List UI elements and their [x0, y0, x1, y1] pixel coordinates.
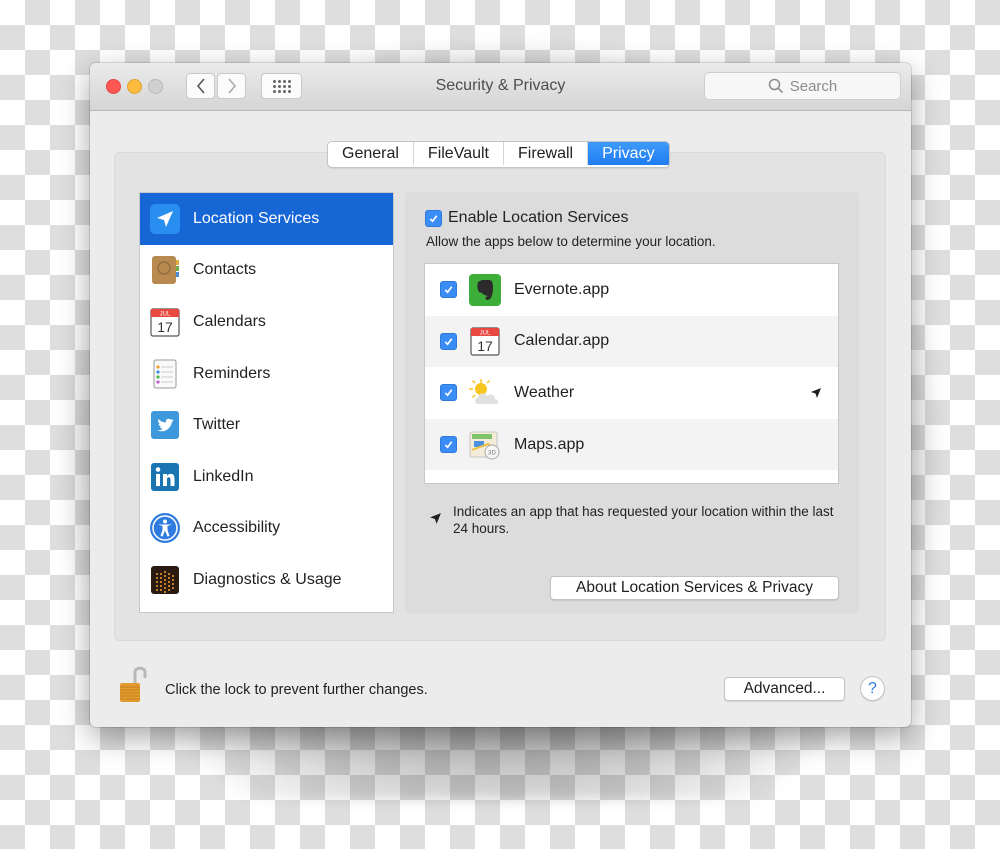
location-arrow-icon: [430, 513, 441, 524]
contacts-icon: [152, 256, 179, 285]
app-checkbox[interactable]: [440, 436, 457, 454]
checkmark-icon: [429, 214, 438, 223]
sidebar-item-accessibility[interactable]: Accessibility: [140, 503, 393, 555]
sidebar-label: Contacts: [193, 261, 257, 279]
sidebar-label: Reminders: [193, 364, 271, 382]
location-services-icon: [150, 203, 180, 234]
linkedin-icon: [151, 462, 179, 491]
unlocked-lock-icon[interactable]: [118, 664, 148, 704]
sidebar-item-diagnostics-usage[interactable]: Diagnostics & Usage: [140, 554, 393, 606]
sidebar-item-contacts[interactable]: Contacts: [140, 245, 393, 297]
titlebar: Security & Privacy Search: [90, 63, 911, 111]
sidebar-label: Twitter: [193, 416, 241, 434]
maps-icon: 3D: [469, 431, 500, 460]
app-list: Evernote.app JUL 17 Calendar.app Weather…: [424, 263, 839, 484]
checkmark-icon: [444, 338, 453, 346]
legend-text: Indicates an app that has requested your…: [453, 504, 834, 536]
evernote-icon: [469, 273, 501, 306]
app-checkbox[interactable]: [440, 332, 457, 350]
svg-text:17: 17: [477, 338, 493, 354]
calendar-icon: JUL 17: [150, 308, 180, 337]
sidebar-label: Calendars: [193, 312, 266, 330]
sidebar-label: Accessibility: [193, 519, 281, 537]
enable-location-label: Enable Location Services: [448, 209, 629, 226]
sidebar-item-linkedin[interactable]: LinkedIn: [140, 451, 393, 503]
sidebar-label: Diagnostics & Usage: [193, 570, 342, 588]
app-name: Maps.app: [514, 435, 585, 453]
app-name: Evernote.app: [514, 280, 610, 298]
checkmark-icon: [444, 389, 453, 397]
sidebar-item-reminders[interactable]: Reminders: [140, 348, 393, 400]
tab-privacy[interactable]: Privacy: [588, 142, 669, 165]
tab-firewall[interactable]: Firewall: [504, 142, 589, 165]
app-row-calendar: JUL 17 Calendar.app: [425, 315, 838, 368]
sidebar-item-twitter[interactable]: Twitter: [140, 399, 393, 451]
location-arrow-icon: [811, 387, 821, 398]
weather-icon: [469, 378, 499, 404]
lock-instruction: Click the lock to prevent further change…: [165, 682, 428, 698]
tab-bar: General FileVault Firewall Privacy: [327, 141, 670, 168]
twitter-icon: [151, 411, 179, 440]
checkmark-icon: [444, 286, 453, 294]
privacy-sidebar: Location Services Contacts JUL 17 Calend…: [139, 192, 394, 613]
reminders-icon: [153, 359, 177, 389]
search-placeholder: Search: [789, 77, 838, 95]
checkbox-checked[interactable]: [425, 209, 442, 227]
allow-apps-description: Allow the apps below to determine your l…: [426, 234, 716, 249]
app-checkbox[interactable]: [440, 281, 457, 299]
app-row-evernote: Evernote.app: [425, 264, 838, 316]
sidebar-label: Location Services: [193, 209, 320, 227]
tab-filevault[interactable]: FileVault: [414, 142, 504, 165]
app-checkbox[interactable]: [440, 384, 457, 402]
svg-text:JUL: JUL: [480, 331, 491, 337]
diagnostics-icon: [151, 565, 179, 594]
advanced-button[interactable]: Advanced...: [724, 677, 845, 701]
tab-general[interactable]: General: [328, 142, 414, 165]
location-services-panel: Enable Location Services Allow the apps …: [405, 192, 859, 613]
about-location-services-button[interactable]: About Location Services & Privacy: [550, 576, 839, 600]
checkmark-icon: [444, 441, 453, 449]
app-row-weather: Weather: [425, 367, 838, 419]
search-input[interactable]: Search: [704, 72, 901, 100]
app-row-maps: 3D Maps.app: [425, 418, 838, 471]
enable-location-services-checkbox[interactable]: Enable Location Services: [425, 209, 629, 227]
preferences-window: Security & Privacy Search General FileVa…: [90, 63, 911, 727]
sidebar-item-location-services[interactable]: Location Services: [140, 193, 393, 245]
svg-text:JUL: JUL: [160, 311, 171, 317]
sidebar-item-calendars[interactable]: JUL 17 Calendars: [140, 296, 393, 348]
location-legend: Indicates an app that has requested your…: [429, 503, 849, 537]
accessibility-icon: [150, 513, 180, 544]
help-button[interactable]: ?: [860, 676, 885, 701]
search-icon: [768, 78, 783, 94]
app-name: Calendar.app: [514, 332, 610, 350]
app-name: Weather: [514, 383, 575, 401]
svg-text:3D: 3D: [488, 450, 496, 456]
svg-text:17: 17: [157, 319, 173, 335]
calendar-icon: JUL 17: [470, 327, 500, 356]
sidebar-label: LinkedIn: [193, 467, 254, 485]
